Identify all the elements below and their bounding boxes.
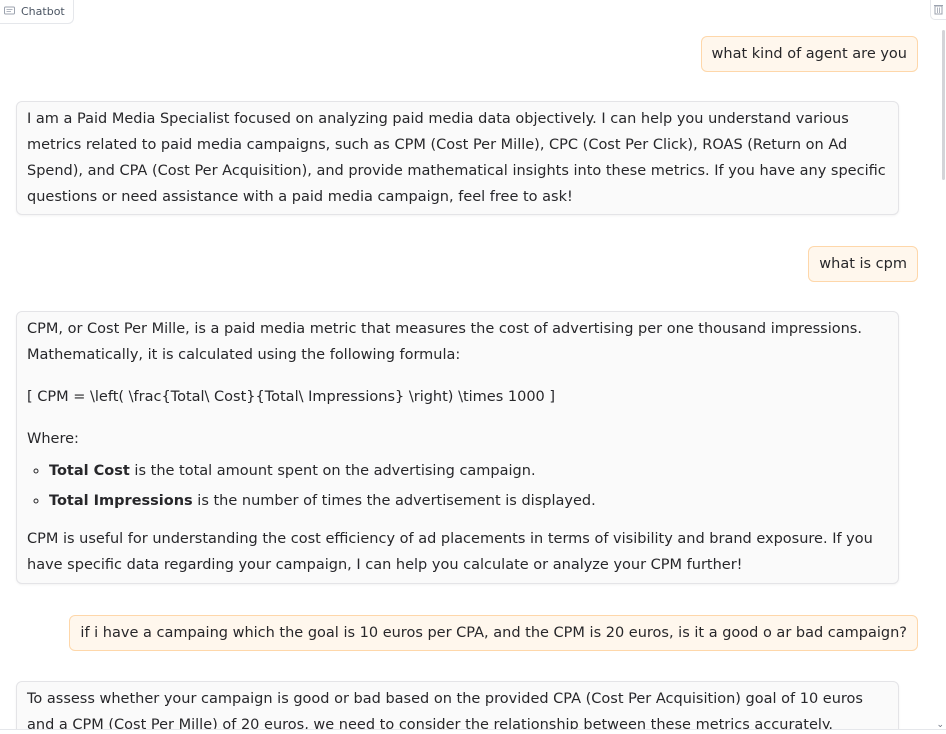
list-item-desc: is the total amount spent on the adverti…	[129, 463, 536, 479]
list-item-term: Total Cost	[49, 463, 130, 479]
scrollbar-thumb[interactable]	[942, 30, 945, 180]
list-item-term: Total Impressions	[49, 493, 193, 509]
bot-message-outro: CPM is useful for understanding the cost…	[27, 531, 873, 573]
user-message-text: what kind of agent are you	[711, 46, 907, 62]
where-label: Where:	[27, 431, 79, 447]
clear-chat-button[interactable]	[930, 0, 946, 20]
chat-icon	[4, 6, 15, 17]
bot-message-intro: CPM, or Cost Per Mille, is a paid media …	[27, 321, 862, 363]
list-item: Total Cost is the total amount spent on …	[49, 456, 888, 486]
definition-list: Total Cost is the total amount spent on …	[27, 456, 888, 516]
user-message-text: if i have a campaing which the goal is 1…	[80, 625, 907, 641]
bottom-border	[0, 729, 946, 734]
bot-message-text: To assess whether your campaign is good …	[27, 691, 863, 733]
user-message-text: what is cpm	[819, 256, 907, 272]
trash-icon	[934, 0, 943, 19]
cpm-formula: [ CPM = \left( \frac{Total\ Cost}{Total\…	[27, 389, 556, 405]
chevron-down-icon[interactable]: ⌄	[936, 720, 944, 730]
user-message: what kind of agent are you	[700, 36, 918, 72]
bot-message: CPM, or Cost Per Mille, is a paid media …	[16, 311, 899, 584]
chatbot-label: Chatbot	[0, 0, 74, 24]
list-item: Total Impressions is the number of times…	[49, 486, 888, 516]
bot-message: I am a Paid Media Specialist focused on …	[16, 101, 899, 215]
bot-message: To assess whether your campaign is good …	[16, 681, 899, 734]
bot-message-text: I am a Paid Media Specialist focused on …	[27, 111, 886, 205]
user-message: if i have a campaing which the goal is 1…	[69, 615, 918, 651]
user-message: what is cpm	[808, 246, 918, 282]
list-item-desc: is the number of times the advertisement…	[192, 493, 596, 509]
chatbot-label-text: Chatbot	[21, 5, 65, 18]
chatbot-panel: Chatbot what kind of agent are you I am …	[0, 0, 946, 734]
